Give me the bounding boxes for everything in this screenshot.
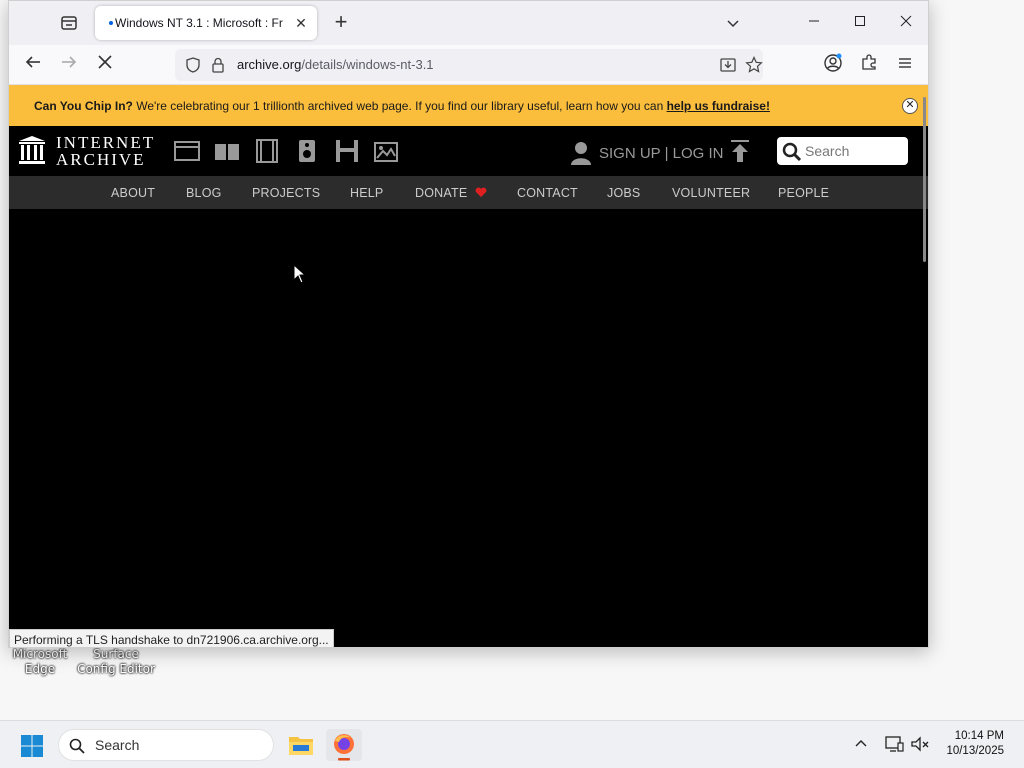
back-button[interactable] <box>21 53 45 77</box>
windows-start-icon[interactable] <box>20 734 44 758</box>
url-bar[interactable]: archive.org/details/windows-nt-3.1 <box>175 49 763 81</box>
minimize-icon <box>809 20 819 22</box>
arrow-left-icon <box>25 56 40 68</box>
nav-blog[interactable]: BLOG <box>186 186 222 200</box>
volume-muted-icon[interactable] <box>910 735 930 753</box>
desktop-icon-edge[interactable]: Microsoft Edge <box>0 647 80 677</box>
browser-window: Windows NT 3.1 : Microsoft : Fr ✕ + arch… <box>8 0 929 648</box>
tab-close-icon[interactable]: ✕ <box>293 15 309 32</box>
hamburger-menu-icon <box>899 58 911 68</box>
menu-button[interactable] <box>893 53 917 77</box>
signin-link[interactable]: SIGN UP | LOG IN <box>569 140 723 166</box>
url-path: /details/windows-nt-3.1 <box>301 57 434 72</box>
chevron-up-icon[interactable] <box>853 737 869 749</box>
banner-text: We're celebrating our 1 trillionth archi… <box>132 98 667 113</box>
mouse-cursor-icon <box>293 264 307 284</box>
ia-search-input[interactable]: Search <box>777 137 908 165</box>
status-bar: Performing a TLS handshake to dn721906.c… <box>9 629 334 647</box>
ia-search-placeholder: Search <box>805 143 850 159</box>
banner-close-button[interactable]: ✕ <box>902 98 918 114</box>
forward-button[interactable] <box>57 53 81 77</box>
network-display-icon[interactable] <box>884 735 904 753</box>
tab-title: Windows NT 3.1 : Microsoft : Fr <box>115 16 283 30</box>
upload-icon[interactable] <box>728 138 752 164</box>
taskbar: Search 10:14 PM 10/13/2025 <box>0 720 1024 768</box>
puzzle-icon <box>862 54 876 70</box>
nav-about[interactable]: ABOUT <box>111 186 155 200</box>
nav-projects[interactable]: PROJECTS <box>252 186 320 200</box>
desktop-icon-label: Surface <box>93 647 139 661</box>
taskbar-file-explorer[interactable] <box>283 729 319 761</box>
url-text[interactable]: archive.org/details/windows-nt-3.1 <box>237 57 434 72</box>
chevron-down-icon <box>727 20 739 28</box>
desktop-icon-label: Config Editor <box>77 662 155 676</box>
web-icon[interactable] <box>173 138 201 164</box>
donation-banner: Can You Chip In? We're celebrating our 1… <box>9 85 928 126</box>
url-domain: archive.org <box>237 57 302 72</box>
nav-contact[interactable]: CONTACT <box>517 186 578 200</box>
signin-label: SIGN UP | LOG IN <box>599 144 724 162</box>
user-icon <box>571 142 591 165</box>
nav-help[interactable]: HELP <box>350 186 383 200</box>
images-icon[interactable] <box>373 138 401 164</box>
texts-icon[interactable] <box>213 138 241 164</box>
taskbar-clock[interactable]: 10:14 PM 10/13/2025 <box>946 729 1004 759</box>
ia-nav-bar: ABOUT BLOG PROJECTS HELP DONATE CONTACT … <box>9 176 928 209</box>
taskbar-search-placeholder: Search <box>95 737 140 753</box>
logo-line-2: ARCHIVE <box>56 150 146 169</box>
arrow-right-icon <box>62 56 77 68</box>
stop-icon <box>98 55 112 69</box>
account-button[interactable] <box>821 53 845 77</box>
maximize-icon <box>855 16 865 26</box>
nav-jobs[interactable]: JOBS <box>607 186 640 200</box>
list-all-tabs-button[interactable] <box>721 11 745 35</box>
internet-archive-logo[interactable]: INTERNET ARCHIVE <box>56 134 155 168</box>
internet-archive-logo-icon[interactable] <box>18 135 46 165</box>
search-icon <box>69 738 85 754</box>
desktop-icon-label: Microsoft <box>12 647 68 661</box>
minimize-button[interactable] <box>799 9 829 37</box>
title-bar: Windows NT 3.1 : Microsoft : Fr ✕ + <box>9 1 928 45</box>
star-icon[interactable] <box>745 56 763 74</box>
tab-loading-dot <box>109 21 113 25</box>
close-window-button[interactable] <box>891 9 921 37</box>
nav-donate[interactable]: DONATE <box>415 186 487 200</box>
nav-volunteer[interactable]: VOLUNTEER <box>672 186 750 200</box>
maximize-button[interactable] <box>845 9 875 37</box>
software-icon[interactable] <box>333 138 361 164</box>
navigation-toolbar: archive.org/details/windows-nt-3.1 <box>9 45 928 85</box>
search-icon <box>782 142 802 162</box>
firefox-view-icon <box>61 16 77 30</box>
shield-icon[interactable] <box>185 57 201 73</box>
clock-date: 10/13/2025 <box>946 745 1004 757</box>
folder-icon <box>289 737 313 755</box>
scrollbar-thumb[interactable] <box>923 97 926 262</box>
save-page-icon[interactable] <box>719 56 737 74</box>
stop-button[interactable] <box>93 53 117 77</box>
account-icon <box>824 53 842 72</box>
nav-donate-label: DONATE <box>415 186 468 200</box>
ia-header: INTERNET ARCHIVE SIGN UP | LOG IN Search <box>9 126 928 176</box>
extensions-button[interactable] <box>857 53 881 77</box>
desktop-icon-surface-config[interactable]: Surface Config Editor <box>76 647 156 677</box>
heart-icon <box>475 187 487 197</box>
firefox-view-button[interactable] <box>57 11 81 35</box>
firefox-icon <box>334 734 354 761</box>
video-icon[interactable] <box>253 138 281 164</box>
lock-icon[interactable] <box>211 57 225 73</box>
close-icon <box>900 15 912 27</box>
desktop-icon-label: Edge <box>24 662 56 676</box>
clock-time: 10:14 PM <box>954 730 1004 742</box>
taskbar-search-input[interactable]: Search <box>58 729 274 761</box>
nav-people[interactable]: PEOPLE <box>778 186 829 200</box>
banner-heading: Can You Chip In? <box>34 98 133 113</box>
logo-line-1: INTERNET <box>56 133 156 152</box>
active-tab[interactable]: Windows NT 3.1 : Microsoft : Fr ✕ <box>95 6 317 40</box>
audio-icon[interactable] <box>293 138 321 164</box>
fundraise-link[interactable]: help us fundraise! <box>667 99 770 113</box>
taskbar-firefox[interactable] <box>326 729 362 761</box>
new-tab-button[interactable]: + <box>329 11 353 35</box>
page-content-loading <box>9 209 928 647</box>
